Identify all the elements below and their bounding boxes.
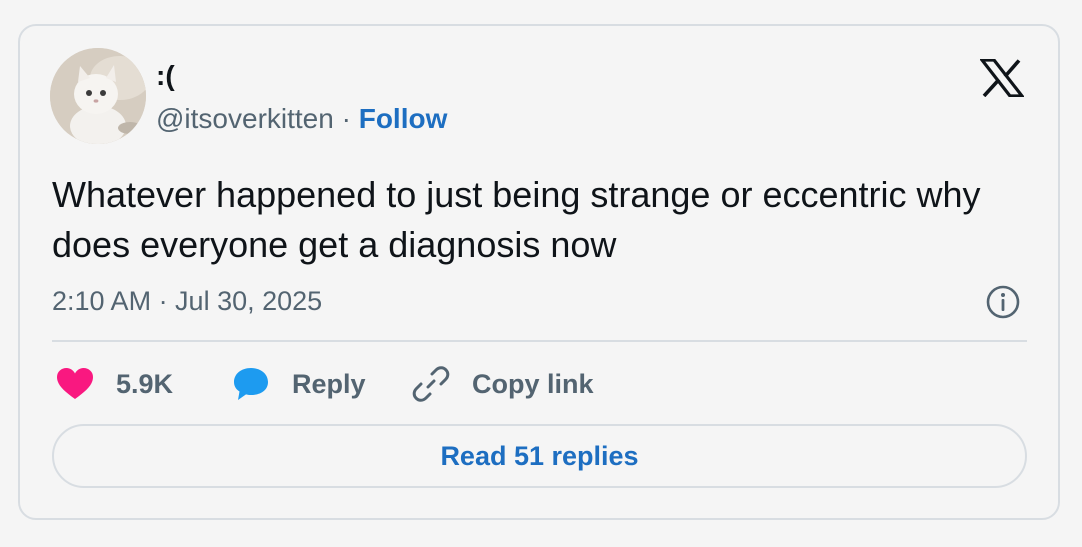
info-icon[interactable] <box>985 284 1021 320</box>
reply-button[interactable]: Reply <box>232 362 366 406</box>
handle-separator: · <box>341 103 351 134</box>
tweet-text: Whatever happened to just being strange … <box>52 174 981 265</box>
follow-button[interactable]: Follow <box>359 103 448 134</box>
heart-icon <box>57 368 93 399</box>
user-handle[interactable]: @itsoverkitten <box>156 103 334 134</box>
like-button[interactable]: 5.9K <box>56 362 173 406</box>
link-icon <box>412 366 450 402</box>
handle-row: @itsoverkitten · Follow <box>156 102 447 136</box>
tweet-timestamp[interactable]: 2:10 AM · Jul 30, 2025 <box>52 284 322 318</box>
speech-bubble-icon <box>234 368 268 400</box>
avatar[interactable] <box>50 48 146 144</box>
kitten-avatar-icon <box>50 48 146 144</box>
display-name[interactable]: :( <box>156 60 175 92</box>
x-logo-icon[interactable] <box>980 59 1024 97</box>
copy-link-label: Copy link <box>472 368 594 399</box>
like-count: 5.9K <box>116 368 174 399</box>
copy-link-button[interactable]: Copy link <box>412 362 594 406</box>
reply-label: Reply <box>292 368 366 399</box>
read-replies-button[interactable]: Read 51 replies <box>52 424 1027 488</box>
divider <box>52 340 1027 342</box>
